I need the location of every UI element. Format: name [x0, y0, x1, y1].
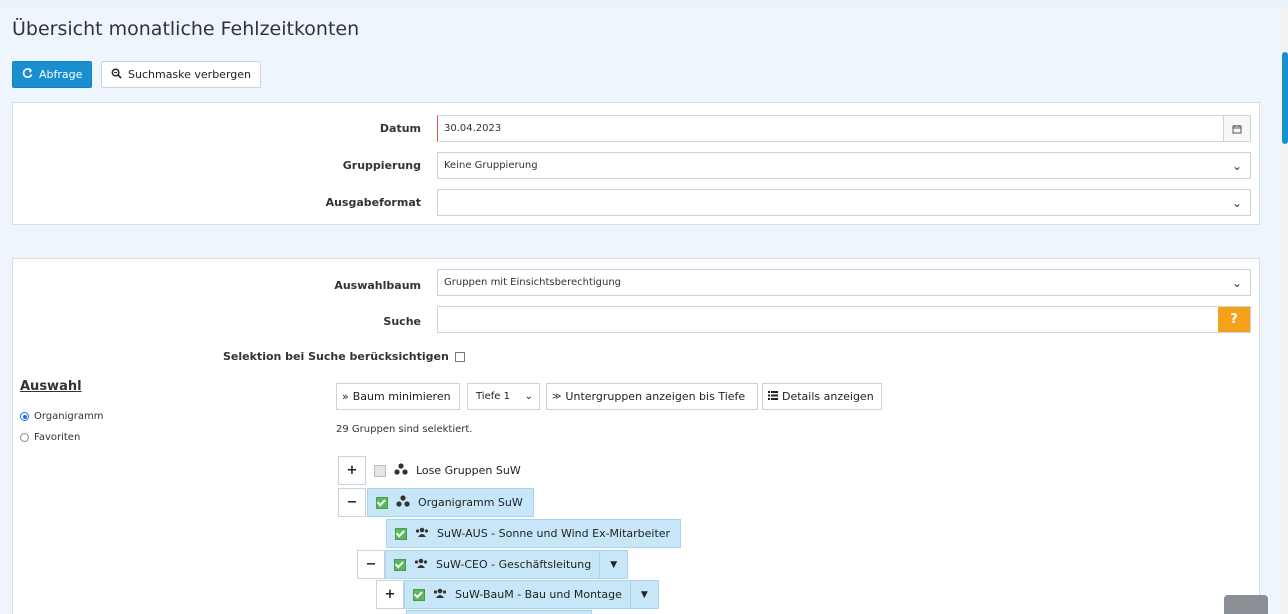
- tree-node-label: SuW-BauM - Bau und Montage: [455, 588, 622, 601]
- double-chevron-down-icon: ≫: [552, 391, 562, 402]
- datum-value: 30.04.2023: [444, 123, 502, 134]
- baum-minimieren-label: Baum minimieren: [352, 390, 451, 403]
- auswahl-heading: Auswahl: [20, 379, 82, 394]
- list-icon: [768, 390, 778, 403]
- tree-checkbox[interactable]: [394, 558, 406, 571]
- caret-down-icon[interactable]: ▼: [629, 580, 658, 609]
- calendar-icon[interactable]: [1223, 116, 1250, 141]
- radio-favoriten[interactable]: Favoriten: [20, 432, 80, 443]
- query-params-panel: Datum 30.04.2023 Gruppierung Keine Grupp…: [12, 102, 1260, 225]
- radio-dot[interactable]: [20, 433, 29, 442]
- datum-label: Datum: [379, 122, 421, 135]
- tree-row: − SuW-CEO - Geschäftsleitung ▼: [357, 550, 629, 579]
- tree-checkbox[interactable]: [413, 588, 425, 601]
- page-title: Übersicht monatliche Fehlzeitkonten: [12, 18, 360, 40]
- tree-node-suw-baum[interactable]: SuW-BauM - Bau und Montage ▼: [404, 580, 659, 609]
- auswahlbaum-value: Gruppen mit Einsichtsberechtigung: [444, 277, 622, 288]
- chevron-down-icon: ⌄: [1231, 276, 1242, 290]
- tree-node-label: Organigramm SuW: [418, 496, 523, 509]
- tree-checkbox[interactable]: [395, 527, 407, 540]
- collapse-toggle[interactable]: −: [357, 550, 385, 579]
- group-network-icon: [396, 495, 410, 510]
- expand-toggle[interactable]: +: [376, 580, 404, 609]
- users-icon: [415, 527, 429, 541]
- tree-row: + Lose Gruppen SuW: [338, 456, 531, 485]
- chevron-down-icon: ⌄: [1231, 159, 1242, 173]
- tiefe-select[interactable]: Tiefe 1 ⌄: [467, 383, 540, 410]
- radio-label: Organigramm: [34, 411, 104, 422]
- selektion-checkbox[interactable]: [454, 351, 465, 362]
- radio-dot[interactable]: [20, 412, 29, 421]
- tree-checkbox[interactable]: [376, 496, 388, 509]
- tree-node-suw-ceo[interactable]: SuW-CEO - Geschäftsleitung ▼: [385, 550, 629, 579]
- expand-toggle[interactable]: +: [338, 456, 366, 485]
- chevron-down-icon: ⌄: [524, 391, 533, 402]
- radio-label: Favoriten: [34, 432, 81, 443]
- tree-node-label: Lose Gruppen SuW: [416, 464, 521, 477]
- auswahlbaum-label: Auswahlbaum: [334, 279, 421, 292]
- collapse-toggle[interactable]: −: [338, 488, 366, 517]
- baum-minimieren-button[interactable]: » Baum minimieren: [336, 383, 460, 410]
- selektion-row: Selektion bei Suche berücksichtigen: [223, 350, 465, 363]
- double-chevron-right-icon: »: [342, 390, 349, 403]
- suchmaske-label: Suchmaske verbergen: [128, 68, 252, 81]
- radio-organigramm[interactable]: Organigramm: [20, 411, 103, 422]
- datum-input[interactable]: 30.04.2023: [437, 115, 1251, 142]
- search-minus-icon: [111, 68, 122, 82]
- selection-count: 29 Gruppen sind selektiert.: [336, 424, 473, 435]
- tree-row: − Organigramm SuW: [338, 488, 534, 517]
- chat-widget-button[interactable]: [1224, 595, 1268, 614]
- gruppierung-select[interactable]: Keine Gruppierung ⌄: [437, 152, 1251, 179]
- tree-node-label: SuW-AUS - Sonne und Wind Ex-Mitarbeiter: [437, 527, 671, 540]
- caret-down-icon[interactable]: ▼: [599, 550, 627, 579]
- refresh-icon: [22, 67, 33, 82]
- scrollbar-thumb[interactable]: [1282, 52, 1288, 144]
- gruppierung-label: Gruppierung: [342, 159, 421, 172]
- users-icon: [414, 558, 428, 572]
- details-anzeigen-button[interactable]: Details anzeigen: [762, 383, 882, 410]
- help-button[interactable]: ?: [1218, 307, 1250, 332]
- tree-row: + SuW-BauM - Bau und Montage ▼: [376, 580, 659, 609]
- untergruppen-label: Untergruppen anzeigen bis Tiefe: [565, 390, 746, 403]
- details-label: Details anzeigen: [782, 390, 874, 403]
- tree-row: SuW-AUS - Sonne und Wind Ex-Mitarbeiter: [386, 519, 682, 548]
- tree-node-organigramm[interactable]: Organigramm SuW: [367, 488, 534, 517]
- ausgabeformat-select[interactable]: ⌄: [437, 189, 1251, 216]
- tree-node-lose-gruppen[interactable]: Lose Gruppen SuW: [366, 456, 531, 485]
- abfrage-button[interactable]: Abfrage: [12, 61, 93, 88]
- selection-panel: Auswahlbaum Gruppen mit Einsichtsberecht…: [12, 258, 1260, 614]
- tree-checkbox[interactable]: [374, 464, 386, 477]
- suchmaske-verbergen-button[interactable]: Suchmaske verbergen: [101, 61, 262, 88]
- suche-input[interactable]: ?: [437, 306, 1251, 333]
- tree-node-suw-aus[interactable]: SuW-AUS - Sonne und Wind Ex-Mitarbeiter: [386, 519, 682, 548]
- selektion-label: Selektion bei Suche berücksichtigen: [223, 350, 449, 363]
- abfrage-label: Abfrage: [39, 68, 83, 81]
- ausgabeformat-label: Ausgabeformat: [325, 196, 421, 209]
- auswahlbaum-select[interactable]: Gruppen mit Einsichtsberechtigung ⌄: [437, 269, 1251, 296]
- gruppierung-value: Keine Gruppierung: [444, 160, 538, 171]
- users-icon: [433, 588, 447, 602]
- suche-label: Suche: [383, 315, 421, 328]
- group-network-icon: [394, 463, 408, 478]
- untergruppen-button[interactable]: ≫ Untergruppen anzeigen bis Tiefe: [546, 383, 758, 410]
- tree-node-partial: [406, 610, 592, 614]
- tiefe-value: Tiefe 1: [476, 391, 510, 402]
- chevron-down-icon: ⌄: [1231, 196, 1242, 210]
- tree-node-label: SuW-CEO - Geschäftsleitung: [436, 558, 592, 571]
